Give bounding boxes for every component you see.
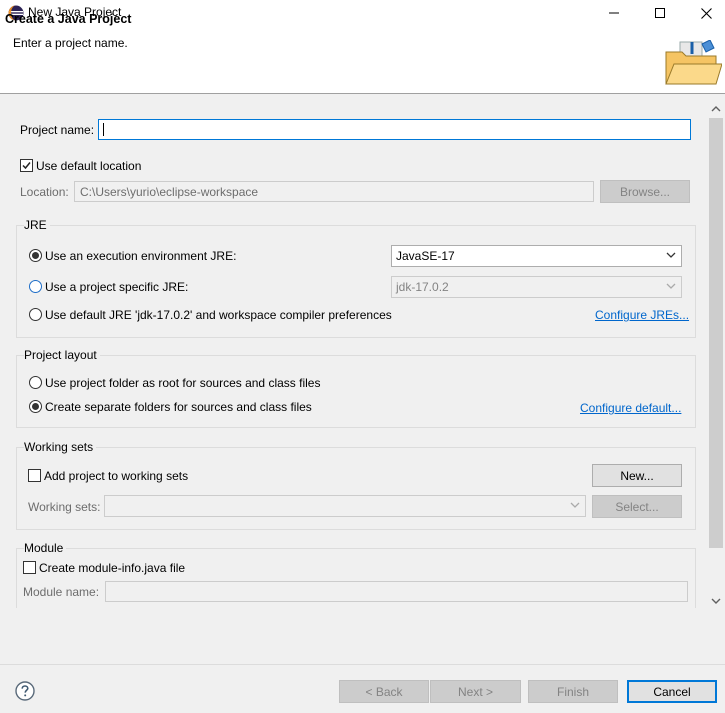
jre-env-select[interactable]: JavaSE-17: [391, 245, 682, 267]
use-default-location-checkbox[interactable]: [20, 159, 33, 172]
working-sets-label: Working sets:: [28, 500, 101, 514]
browse-button[interactable]: Browse...: [600, 180, 690, 203]
jre-specific-radio[interactable]: [29, 280, 42, 293]
jre-group-title: JRE: [24, 218, 50, 232]
select-working-sets-button[interactable]: Select...: [592, 495, 682, 518]
maximize-icon: [655, 8, 665, 18]
location-field[interactable]: C:\Users\yurio\eclipse-workspace: [74, 181, 594, 202]
maximize-button[interactable]: [637, 0, 683, 26]
module-name-field[interactable]: [105, 581, 688, 602]
project-layout-group: [16, 355, 696, 428]
help-icon[interactable]: [15, 681, 35, 701]
close-icon: [700, 7, 712, 19]
close-button[interactable]: [683, 0, 725, 26]
add-working-sets-label: Add project to working sets: [44, 469, 189, 483]
cancel-button[interactable]: Cancel: [627, 680, 717, 703]
create-module-info-checkbox[interactable]: [23, 561, 36, 574]
configure-default-link[interactable]: Configure default...: [580, 401, 681, 415]
page-title: Create a Java Project: [5, 12, 132, 26]
chevron-down-icon: [570, 502, 580, 508]
minimize-button[interactable]: [591, 0, 637, 26]
jre-env-label: Use an execution environment JRE:: [45, 249, 237, 263]
project-name-label: Project name:: [20, 123, 95, 137]
layout-root-label: Use project folder as root for sources a…: [45, 376, 321, 390]
jre-env-value: JavaSE-17: [396, 249, 455, 263]
jre-default-label: Use default JRE 'jdk-17.0.2' and workspa…: [45, 308, 392, 322]
text-caret: [103, 123, 104, 136]
project-name-input[interactable]: [98, 119, 691, 140]
add-working-sets-checkbox[interactable]: [28, 469, 41, 482]
module-group-title: Module: [24, 541, 67, 555]
scroll-down-icon[interactable]: [711, 597, 721, 605]
page-message: Enter a project name.: [13, 36, 128, 50]
location-label: Location:: [20, 185, 69, 199]
create-module-info-label: Create module-info.java file: [39, 561, 186, 575]
footer-separator: [0, 664, 725, 665]
configure-jres-link[interactable]: Configure JREs...: [595, 308, 689, 322]
checkmark-icon: [22, 162, 31, 170]
jre-env-radio[interactable]: [29, 249, 42, 262]
project-layout-group-title: Project layout: [24, 348, 100, 362]
use-default-location-label: Use default location: [36, 159, 142, 173]
scroll-up-icon[interactable]: [711, 105, 721, 113]
chevron-down-icon: [666, 283, 676, 289]
layout-separate-label: Create separate folders for sources and …: [45, 400, 312, 414]
module-name-label: Module name:: [23, 585, 100, 599]
jre-specific-label: Use a project specific JRE:: [45, 280, 189, 294]
working-sets-group-title: Working sets: [24, 440, 97, 454]
content-bottom-edge: [0, 608, 708, 664]
new-working-set-button[interactable]: New...: [592, 464, 682, 487]
folder-wizard-icon: [665, 40, 722, 85]
jre-specific-value: jdk-17.0.2: [396, 280, 449, 294]
back-button[interactable]: < Back: [339, 680, 429, 703]
chevron-down-icon: [666, 252, 676, 258]
jre-specific-select[interactable]: jdk-17.0.2: [391, 276, 682, 298]
jre-default-radio[interactable]: [29, 308, 42, 321]
finish-button[interactable]: Finish: [528, 680, 618, 703]
minimize-icon: [609, 12, 619, 14]
working-sets-select[interactable]: [104, 495, 586, 517]
scrollbar-thumb[interactable]: [709, 118, 723, 548]
layout-separate-radio[interactable]: [29, 400, 42, 413]
next-button[interactable]: Next >: [430, 680, 521, 703]
layout-root-radio[interactable]: [29, 376, 42, 389]
